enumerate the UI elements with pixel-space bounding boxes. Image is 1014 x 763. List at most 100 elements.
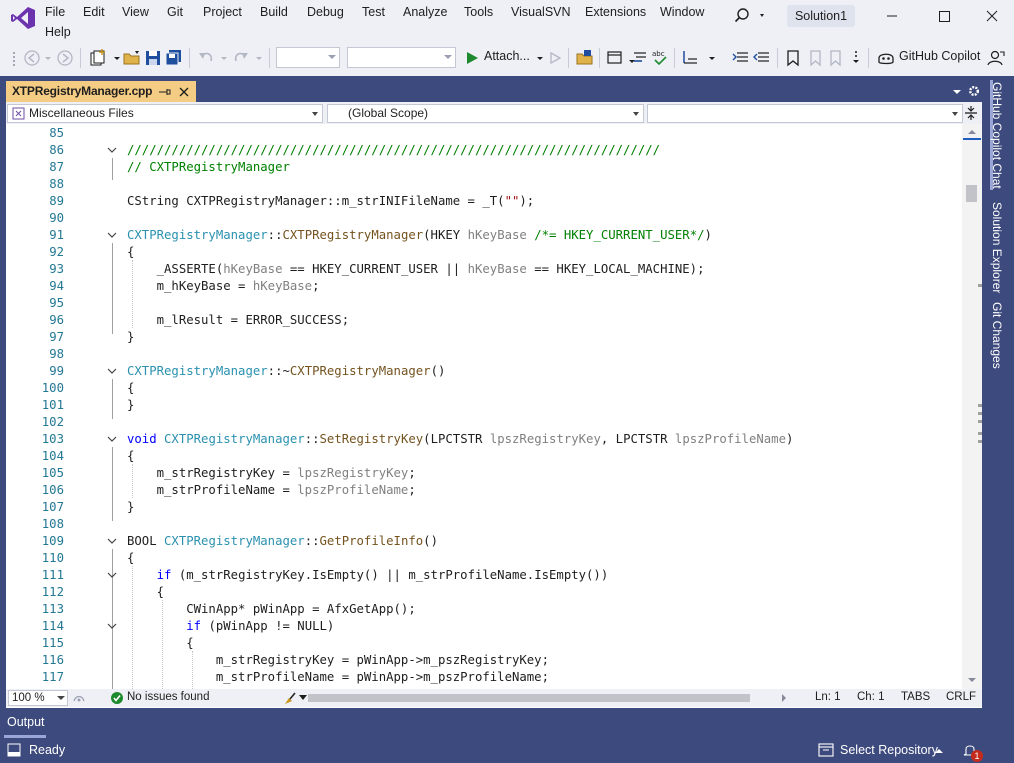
menu-tools[interactable]: Tools [464,5,493,19]
dropdown-arrow-icon[interactable] [702,48,722,68]
line-ending-status[interactable]: CRLF [946,691,976,703]
code-line[interactable]: 111 if (m_strRegistryKey.IsEmpty() || m_… [6,567,962,584]
scroll-down-icon[interactable] [967,676,977,684]
code-line[interactable]: 107} [6,499,962,516]
redo-icon[interactable] [231,48,251,68]
account-feedback-icon[interactable] [986,48,1006,68]
git-changes-tab[interactable]: Git Changes [990,302,1004,369]
split-editor-icon[interactable] [963,104,979,122]
gear-icon[interactable] [967,84,981,98]
dropdown-arrow-icon[interactable] [299,695,307,701]
repository-icon[interactable] [818,743,834,757]
new-project-icon[interactable] [88,48,108,68]
code-line[interactable]: 100 { [6,380,962,397]
fold-toggle-icon[interactable] [106,227,118,244]
code-line[interactable]: 91 CXTPRegistryManager::CXTPRegistryManag… [6,227,962,244]
code-line[interactable]: 101} [6,397,962,414]
spell-check-icon[interactable]: abc [650,48,670,68]
menu-help[interactable]: Help [45,25,71,39]
code-line[interactable]: 108 [6,516,962,533]
fold-toggle-icon[interactable] [106,363,118,380]
start-without-debugging-icon[interactable] [545,48,565,68]
pin-tab-icon[interactable] [158,85,172,99]
solution-name-badge[interactable]: Solution1 [787,5,855,27]
toggle-line-comment-icon[interactable] [680,48,700,68]
vertical-scrollbar-thumb[interactable] [966,185,977,202]
menu-file[interactable]: File [45,5,65,19]
search-icon[interactable] [733,6,767,26]
chevron-up-icon[interactable] [934,748,944,754]
code-line[interactable]: 112 { [6,584,962,601]
code-line[interactable]: 85 [6,125,962,142]
code-line[interactable]: 97} [6,329,962,346]
code-cleanup-brush-icon[interactable] [282,690,298,706]
code-line[interactable]: 92 { [6,244,962,261]
attach-button[interactable]: Attach... [484,49,530,63]
uncomment-selection-icon[interactable] [752,48,772,68]
zoom-combo[interactable]: 100 % [8,690,68,706]
tab-list-dropdown-icon[interactable] [950,85,964,99]
menu-edit[interactable]: Edit [83,5,105,19]
menu-project[interactable]: Project [203,5,242,19]
menu-build[interactable]: Build [260,5,288,19]
menu-view[interactable]: View [122,5,149,19]
dropdown-arrow-icon[interactable] [249,48,269,68]
scope-combo[interactable]: (Global Scope) [327,104,644,123]
start-debugging-icon[interactable] [462,48,482,68]
code-line[interactable]: 96 m_lResult = ERROR_SUCCESS; [6,312,962,329]
project-combo[interactable]: Miscellaneous Files [7,104,323,123]
code-line[interactable]: 94 m_hKeyBase = hKeyBase; [6,278,962,295]
previous-bookmark-icon[interactable] [805,48,825,68]
code-line[interactable]: 115 { [6,635,962,652]
code-line[interactable]: 103 void CXTPRegistryManager::SetRegistry… [6,431,962,448]
code-line[interactable]: 114 if (pWinApp != NULL) [6,618,962,635]
document-tab[interactable]: XTPRegistryManager.cpp [6,81,196,102]
fold-toggle-icon[interactable] [106,431,118,448]
fold-toggle-icon[interactable] [106,618,118,635]
code-line[interactable]: 95 [6,295,962,312]
menu-test[interactable]: Test [362,5,385,19]
scroll-up-icon[interactable] [967,128,977,136]
next-bookmark-icon[interactable] [826,48,846,68]
github-copilot-chat-tab[interactable]: GitHub Copilot Chat [990,82,1004,189]
intellicode-icon[interactable] [72,691,86,705]
output-tab[interactable]: Output [7,715,45,729]
solution-platforms-combo[interactable] [347,47,456,68]
undo-icon[interactable] [196,48,216,68]
fold-toggle-icon[interactable] [106,567,118,584]
select-repository-button[interactable]: Select Repository [840,743,938,757]
code-editor[interactable]: 85 86 ////////////////////////////////////… [6,124,962,689]
document-tab-title[interactable]: XTPRegistryManager.cpp [12,84,153,98]
line-number-status[interactable]: Ln: 1 [815,691,841,703]
code-line[interactable]: 105 m_strRegistryKey = lpszRegistryKey; [6,465,962,482]
solution-configurations-combo[interactable] [276,47,340,68]
code-line[interactable]: 116 m_strRegistryKey = pWinApp->m_pszReg… [6,652,962,669]
comment-selection-icon[interactable] [731,48,751,68]
find-in-files-icon[interactable] [575,48,595,68]
code-line[interactable]: 93 _ASSERTE(hKeyBase == HKEY_CURRENT_USE… [6,261,962,278]
code-line[interactable]: 89 CString CXTPRegistryManager::m_strINIF… [6,193,962,210]
member-combo[interactable] [647,104,963,123]
code-line[interactable]: 110 { [6,550,962,567]
toolbar-grip-icon[interactable] [4,48,24,68]
toolbar-overflow-icon[interactable] [846,48,866,68]
menu-window[interactable]: Window [660,5,704,19]
code-line[interactable]: 90 [6,210,962,227]
save-all-icon[interactable] [164,48,184,68]
bookmark-icon[interactable] [783,48,803,68]
minimize-icon[interactable] [880,6,904,26]
menu-debug[interactable]: Debug [307,5,344,19]
code-line[interactable]: 106 m_strProfileName = lpszProfileName; [6,482,962,499]
visual-studio-logo-icon[interactable] [10,6,36,30]
fold-toggle-icon[interactable] [106,142,118,159]
code-line[interactable]: 109 BOOL CXTPRegistryManager::GetProfileI… [6,533,962,550]
navigate-forward-icon[interactable] [55,48,75,68]
close-window-icon[interactable] [980,6,1004,26]
code-line[interactable]: 113 CWinApp* pWinApp = AfxGetApp(); [6,601,962,618]
maximize-icon[interactable] [932,6,956,26]
notification-count-badge[interactable]: 1 [971,750,983,762]
menu-git[interactable]: Git [167,5,183,19]
menu-analyze[interactable]: Analyze [403,5,447,19]
scroll-right-icon[interactable] [780,693,788,703]
horizontal-scrollbar-thumb[interactable] [308,694,750,702]
